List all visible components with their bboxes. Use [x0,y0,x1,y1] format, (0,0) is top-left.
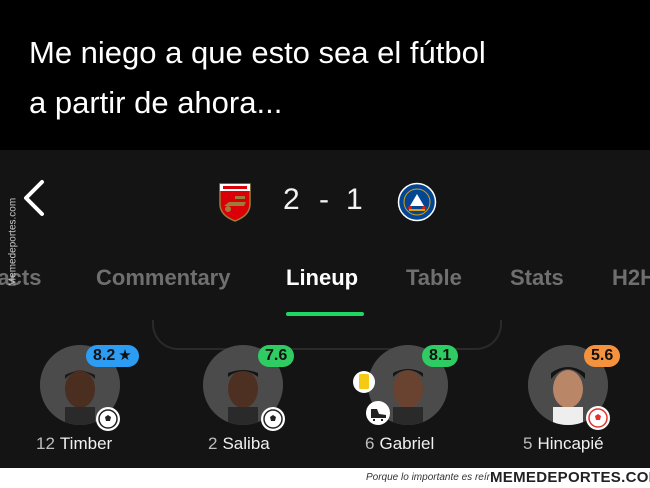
ball-icon [261,407,285,431]
side-watermark: Memedeportes.com [3,183,23,301]
yellow-card-icon [353,371,375,393]
tab-lineup[interactable]: Lineup [286,258,358,298]
star-icon: ★ [118,347,132,364]
match-screen: 2 - 1 Facts Commentary Lineup Table Stat… [0,150,650,468]
player-name: 2 Saliba [208,434,270,454]
player-name: 12 Timber [36,434,112,454]
player-rating: 7.6 [258,345,295,367]
away-score: 1 [346,183,363,216]
player-surname: Hincapié [537,434,604,453]
arsenal-crest-icon[interactable] [217,182,253,222]
player-surname: Timber [59,434,113,453]
tab-h2h[interactable]: H2H [612,258,650,298]
player-rating: 8.2 ★ [86,345,139,367]
player-number: 6 [365,434,375,453]
player-card-timber[interactable]: 8.2 ★ 12 Timber [20,345,170,460]
player-name: 6 Gabriel [365,434,434,454]
tab-stats[interactable]: Stats [510,258,564,298]
player-number: 5 [523,434,533,453]
boot-icon [366,401,390,425]
ball-icon [96,407,120,431]
tab-table[interactable]: Table [406,258,462,298]
tab-commentary[interactable]: Commentary [96,258,230,298]
footer-tagline: Porque lo importante es reír [366,472,490,483]
player-card-gabriel[interactable]: 8.1 6 Gabriel [346,345,496,460]
footer-brand: MEMEDEPORTES.COM [490,469,650,486]
player-card-hincapie[interactable]: 5.6 5 Hincapié [508,345,650,460]
caption-line-2: a partir de ahora... [29,85,283,120]
chelsea-crest-icon[interactable] [397,182,437,222]
player-number: 2 [208,434,218,453]
rating-value: 8.1 [429,347,452,364]
score-separator: - [319,183,329,216]
player-card-saliba[interactable]: 7.6 2 Saliba [183,345,333,460]
player-rating: 5.6 [584,345,621,367]
player-rating: 8.1 [422,345,459,367]
rating-value: 7.6 [265,347,288,364]
player-number: 12 [36,434,55,453]
rating-value: 5.6 [591,347,614,364]
player-name: 5 Hincapié [523,434,604,454]
footer-watermark: Porque lo importante es reír MEMEDEPORTE… [0,468,650,488]
meme-caption: Me niego a que esto sea el fútbol a part… [0,0,650,150]
player-surname: Saliba [222,434,270,453]
home-score: 2 [283,183,300,216]
ball-icon [586,406,610,430]
caption-line-1: Me niego a que esto sea el fútbol [29,35,486,70]
tab-bar: Facts Commentary Lineup Table Stats H2H [0,258,650,298]
rating-value: 8.2 [93,347,116,364]
active-tab-indicator [286,312,364,316]
player-surname: Gabriel [379,434,435,453]
side-watermark-text: Memedeportes.com [7,197,19,287]
